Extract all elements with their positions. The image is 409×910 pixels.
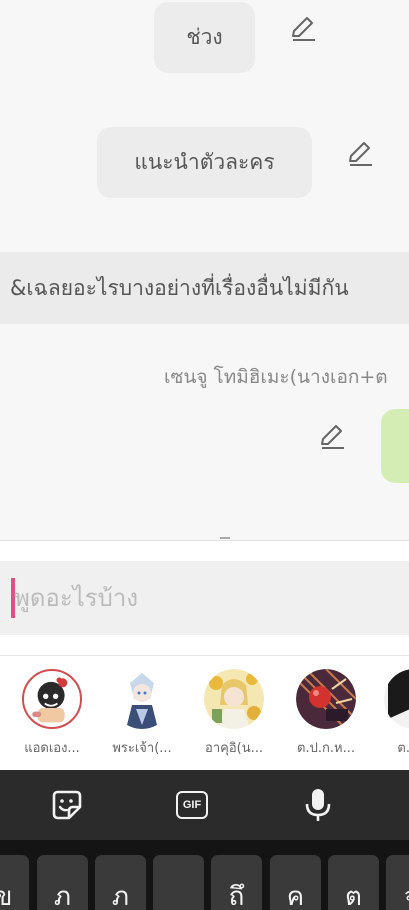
character-label: ต.ป.ก.ห...	[297, 741, 355, 756]
character-label: พระเจ้า(...	[112, 741, 172, 756]
character-label: อาคุอิ(น...	[205, 741, 263, 756]
character-item[interactable]: ต.ป...	[374, 669, 409, 758]
keyboard-toolbar: GIF	[0, 770, 409, 840]
gif-icon: GIF	[176, 791, 208, 819]
character-label: ต.ป...	[397, 741, 409, 756]
character-avatar-image	[112, 669, 172, 729]
keyboard-key[interactable]: ต	[328, 855, 379, 910]
keyboard-key[interactable]: ภ	[37, 855, 88, 910]
keyboard-key[interactable]: ค	[270, 855, 321, 910]
keyboard-key[interactable]: ภ	[95, 855, 146, 910]
message-input[interactable]	[14, 561, 404, 635]
character-label: แอดเอง...	[24, 741, 80, 756]
chat-bubble-intro-character[interactable]: แนะนำตัวละคร	[97, 127, 312, 198]
character-item[interactable]: แอดเอง...	[12, 669, 92, 758]
edit-pencil-icon[interactable]	[289, 14, 317, 42]
avatar	[112, 669, 172, 729]
character-selector: แอดเอง... พระเจ้า(... อาคุอิ(น... ต.ป.ก.…	[0, 655, 409, 770]
character-item[interactable]: ต.ป.ก.ห...	[286, 669, 366, 758]
keyboard-key[interactable]: ข	[0, 855, 29, 910]
microphone-icon[interactable]	[300, 787, 336, 823]
chat-area: ช่วง แนะนำตัวละคร &เฉลยอะไรบางอย่างที่เร…	[0, 0, 409, 540]
character-avatar-image	[296, 669, 356, 729]
message-input-wrap	[0, 561, 409, 635]
keyboard-key[interactable]	[153, 855, 204, 910]
sticker-icon[interactable]	[49, 787, 85, 823]
keyboard-key[interactable]: จ	[386, 855, 409, 910]
character-avatar-image	[25, 672, 79, 726]
scroll-indicator	[220, 537, 230, 539]
keyboard-key[interactable]: ถึ	[211, 855, 262, 910]
character-message-bubble[interactable]	[381, 409, 409, 483]
character-avatar-image	[384, 669, 409, 729]
virtual-keyboard: ข ภ ภ ถึ ค ต จ	[0, 840, 409, 910]
character-avatar-image	[204, 669, 264, 729]
chat-bubble-range[interactable]: ช่วง	[154, 2, 255, 73]
narration-message[interactable]: &เฉลยอะไรบางอย่างที่เรื่องอื่นไม่มีกัน	[0, 252, 409, 324]
edit-pencil-icon[interactable]	[318, 422, 346, 450]
gif-button[interactable]: GIF	[174, 787, 210, 823]
avatar	[204, 669, 264, 729]
character-item[interactable]: อาคุอิ(น...	[194, 669, 274, 758]
avatar	[384, 669, 409, 729]
message-composer	[0, 540, 409, 655]
character-item[interactable]: พระเจ้า(...	[102, 669, 182, 758]
avatar	[296, 669, 356, 729]
speaker-name: เซนจู โทมิฮิเมะ(นางเอก+ต	[164, 366, 388, 388]
edit-pencil-icon[interactable]	[346, 139, 374, 167]
avatar	[22, 669, 82, 729]
